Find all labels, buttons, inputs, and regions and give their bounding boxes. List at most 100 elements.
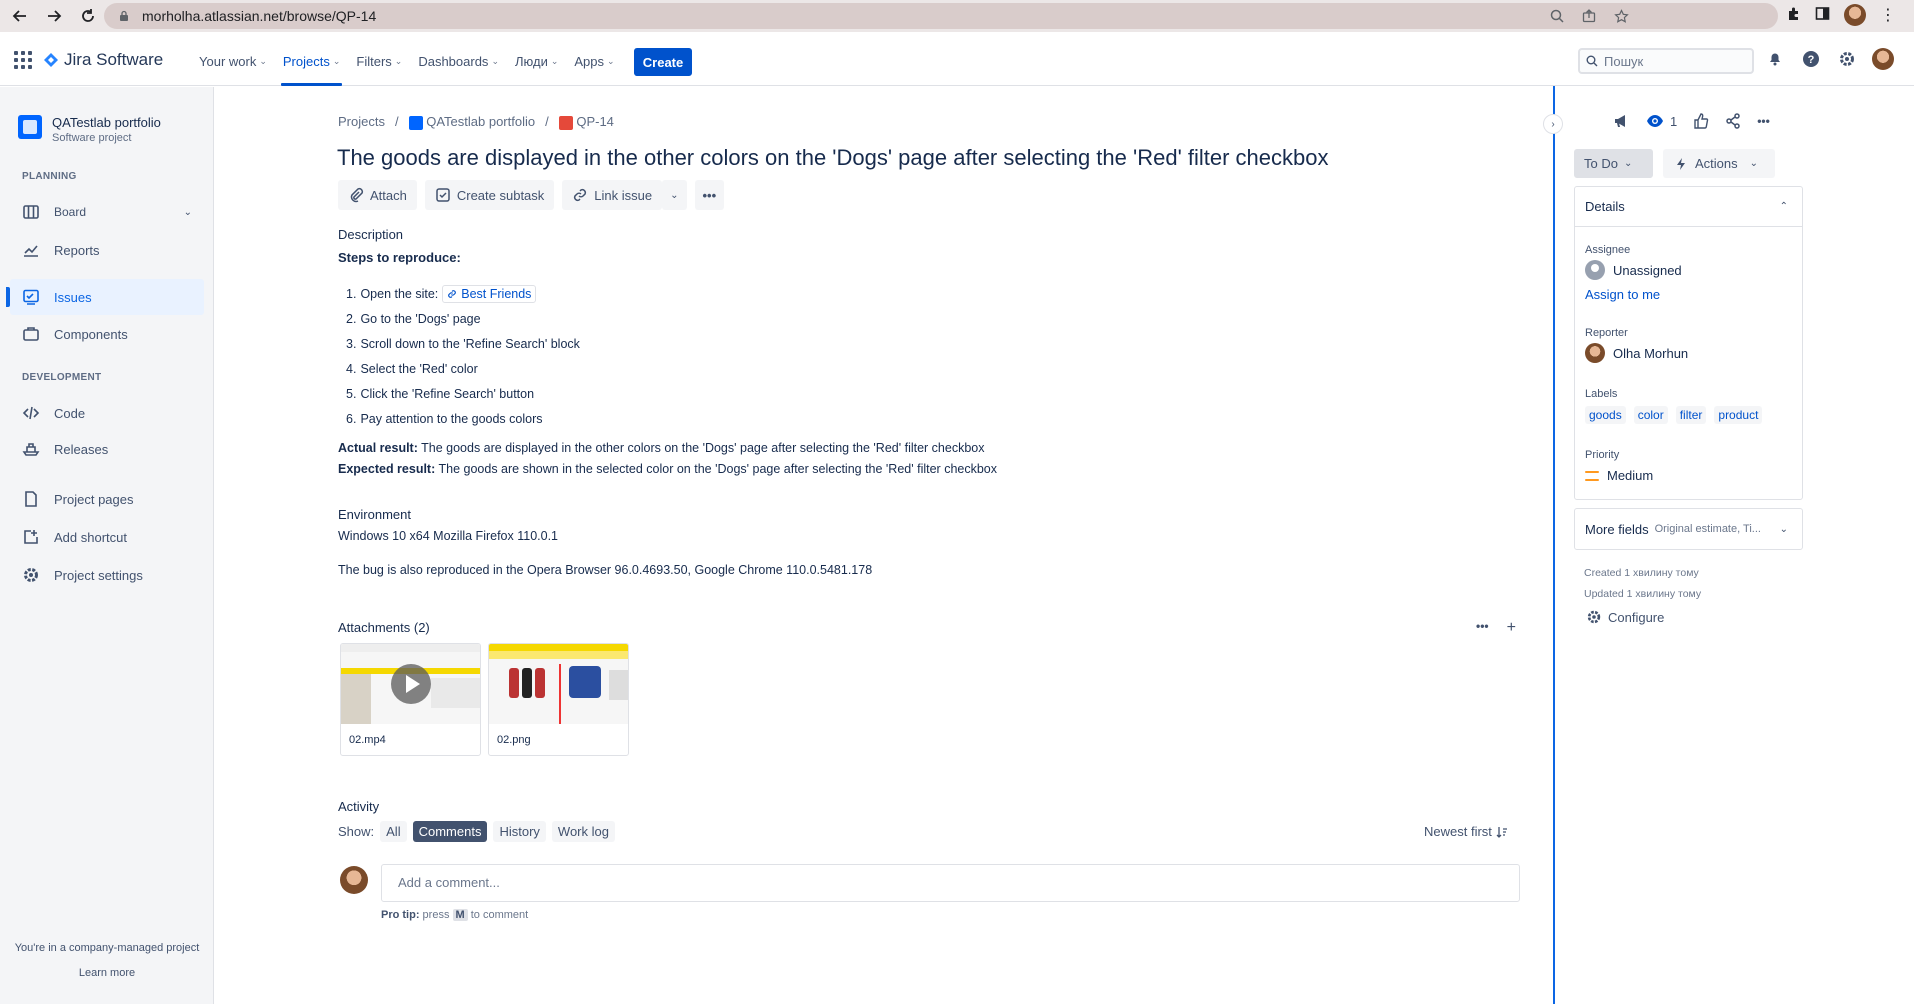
label-tag[interactable]: filter: [1675, 406, 1707, 424]
sort-order-button[interactable]: Newest first: [1424, 824, 1508, 839]
bookmark-star-icon[interactable]: [1612, 7, 1630, 25]
watch-button[interactable]: 1: [1646, 114, 1677, 129]
extensions-icon[interactable]: [1786, 6, 1801, 24]
details-header[interactable]: Details ⌃: [1575, 187, 1802, 227]
learn-more-link[interactable]: Learn more: [0, 967, 214, 979]
sidebar-item-project-settings[interactable]: Project settings: [10, 557, 204, 593]
link-issue-button[interactable]: Link issue: [562, 180, 663, 210]
created-timestamp: Created 1 хвилину тому: [1584, 567, 1699, 579]
label-tag[interactable]: color: [1633, 406, 1668, 424]
label-tag[interactable]: product: [1714, 406, 1763, 424]
environment-value[interactable]: Windows 10 x64 Mozilla Firefox 110.0.1: [338, 529, 558, 543]
filter-all[interactable]: All: [380, 821, 407, 842]
sidebar-item-add-shortcut[interactable]: Add shortcut: [10, 519, 204, 555]
link-issue-dropdown[interactable]: ⌄: [662, 180, 687, 210]
chevron-down-icon: ⌄: [550, 55, 559, 66]
status-dropdown[interactable]: To Do ⌄: [1574, 149, 1653, 178]
description-label: Description: [338, 227, 404, 242]
app-switcher-icon[interactable]: [14, 51, 32, 69]
sort-label: Newest first: [1424, 824, 1492, 839]
comment-input[interactable]: Add a comment...: [381, 864, 1520, 902]
list-item: 2. Go to the 'Dogs' page: [346, 306, 580, 331]
sidebar-item-components[interactable]: Components: [10, 316, 204, 352]
label-tag[interactable]: goods: [1585, 406, 1626, 424]
environment-note[interactable]: The bug is also reproduced in the Opera …: [338, 563, 872, 577]
browser-menu-icon[interactable]: ⋮: [1880, 5, 1896, 25]
reload-icon[interactable]: [74, 2, 102, 30]
sidebar-item-label: Issues: [54, 289, 92, 305]
reporter-field[interactable]: Olha Morhun: [1585, 343, 1688, 363]
attachment-card-video[interactable]: 02.mp4: [340, 643, 481, 756]
unassigned-avatar-icon: [1585, 260, 1605, 280]
collapse-panel-button[interactable]: ›: [1543, 114, 1563, 134]
configure-label: Configure: [1608, 609, 1665, 625]
menu-label: Your work: [199, 53, 257, 69]
breadcrumb-projects[interactable]: Projects: [338, 114, 385, 129]
forward-icon[interactable]: [40, 2, 68, 30]
labels-field[interactable]: goods color filter product: [1585, 406, 1763, 424]
menu-projects[interactable]: Projects ⌄: [275, 36, 349, 86]
side-panel-icon[interactable]: [1815, 6, 1830, 24]
configure-button[interactable]: Configure: [1586, 609, 1664, 625]
sidebar-item-label: Components: [54, 326, 128, 342]
help-icon[interactable]: ?: [1800, 48, 1822, 70]
project-header[interactable]: QATestlab portfolio Software project: [18, 115, 161, 144]
share-icon[interactable]: [1725, 113, 1741, 129]
panel-resize-handle[interactable]: [1553, 86, 1555, 1004]
sidebar-item-project-pages[interactable]: Project pages: [10, 481, 204, 517]
breadcrumb-project[interactable]: QATestlab portfolio: [408, 114, 535, 130]
menu-label: Dashboards: [418, 53, 489, 69]
more-fields-toggle[interactable]: More fields Original estimate, Ti... ⌄: [1574, 508, 1803, 550]
notifications-icon[interactable]: [1764, 48, 1786, 70]
assignee-field[interactable]: Unassigned: [1585, 260, 1682, 280]
add-attachment-icon[interactable]: +: [1507, 619, 1516, 637]
step-text: Select the 'Red' color: [360, 361, 478, 376]
filter-history[interactable]: History: [493, 821, 546, 842]
list-item: 3. Scroll down to the 'Refine Search' blo…: [346, 331, 580, 356]
user-avatar[interactable]: [1872, 48, 1894, 70]
breadcrumb-issue[interactable]: QP-14: [558, 114, 614, 130]
menu-your-work[interactable]: Your work ⌄: [191, 36, 275, 86]
feedback-megaphone-icon[interactable]: [1612, 112, 1630, 130]
more-icon[interactable]: •••: [1476, 619, 1489, 637]
attach-button[interactable]: Attach: [338, 180, 417, 210]
menu-filters[interactable]: Filters ⌄: [348, 36, 410, 86]
browser-profile-avatar[interactable]: [1844, 4, 1866, 26]
chevron-down-icon[interactable]: ⌄: [184, 207, 192, 218]
sidebar-item-board[interactable]: Board ⌄: [10, 194, 204, 230]
zoom-icon[interactable]: [1548, 7, 1566, 25]
browser-toolbar: morholha.atlassian.net/browse/QP-14 ⋮: [0, 0, 1914, 32]
jira-logo[interactable]: Jira Software: [43, 50, 163, 70]
play-icon[interactable]: [391, 664, 431, 704]
company-managed-note: You're in a company-managed project: [14, 942, 200, 954]
issue-title[interactable]: The goods are displayed in the other col…: [337, 145, 1329, 171]
filter-comments[interactable]: Comments: [412, 821, 488, 842]
step-number: 2.: [346, 311, 357, 326]
more-icon[interactable]: •••: [1757, 114, 1770, 128]
assign-to-me-link[interactable]: Assign to me: [1585, 287, 1660, 302]
menu-apps[interactable]: Apps ⌄: [566, 36, 622, 86]
sidebar-item-code[interactable]: Code: [10, 395, 204, 431]
menu-dashboards[interactable]: Dashboards ⌄: [410, 36, 507, 86]
sidebar-item-label: Releases: [54, 441, 109, 457]
sidebar-item-reports[interactable]: Reports: [10, 232, 204, 268]
share-icon[interactable]: [1580, 7, 1598, 25]
code-icon: [22, 406, 40, 420]
search-input[interactable]: Пошук: [1578, 48, 1754, 74]
settings-gear-icon[interactable]: [1836, 48, 1858, 70]
more-actions-button[interactable]: •••: [694, 180, 725, 210]
best-friends-link[interactable]: Best Friends: [442, 284, 537, 303]
actions-dropdown[interactable]: Actions ⌄: [1663, 149, 1775, 178]
sidebar-item-releases[interactable]: Releases: [10, 431, 204, 467]
priority-field[interactable]: Medium: [1585, 468, 1653, 483]
vote-thumbs-up-icon[interactable]: [1693, 113, 1709, 129]
address-bar[interactable]: morholha.atlassian.net/browse/QP-14: [104, 3, 1778, 29]
sidebar-item-issues[interactable]: Issues: [6, 279, 204, 315]
back-icon[interactable]: [6, 2, 34, 30]
attachment-card-image[interactable]: 02.png: [488, 643, 629, 756]
filter-work-log[interactable]: Work log: [551, 821, 615, 842]
create-button[interactable]: Create: [634, 48, 692, 76]
create-subtask-button[interactable]: Create subtask: [424, 180, 555, 210]
menu-people[interactable]: Люди ⌄: [507, 36, 566, 86]
step-number: 5.: [346, 386, 357, 401]
